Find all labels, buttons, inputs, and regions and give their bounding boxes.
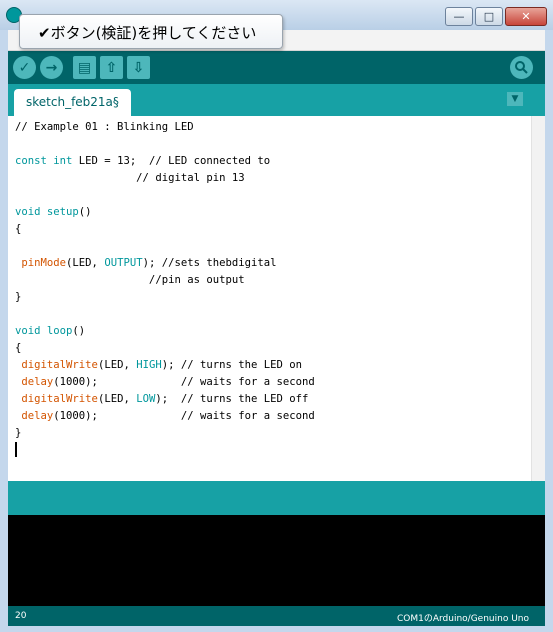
toolbar: ✓ → ▤ ⇧ ⇩	[8, 51, 545, 84]
code-line[interactable]: delay(1000); // waits for a second	[15, 408, 315, 425]
code-token: setup	[46, 206, 79, 218]
code-line[interactable]: digitalWrite(LED, LOW); // turns the LED…	[15, 391, 315, 408]
message-bar	[8, 481, 545, 515]
code-line[interactable]: }	[15, 425, 315, 442]
code-token: LED = 13; // LED connected to	[72, 155, 271, 167]
code-token: (LED,	[97, 359, 137, 371]
code-token: ()	[78, 206, 92, 218]
tab-menu-button[interactable]: ▼	[507, 92, 523, 106]
code-token: int	[53, 155, 73, 167]
tab-strip: sketch_feb21a§ ▼	[8, 84, 545, 116]
verify-tooltip: ✔ボタン(検証)を押してください	[19, 14, 283, 49]
board-port-info: COM1のArduino/Genuino Uno	[396, 614, 529, 624]
serial-monitor-button[interactable]	[510, 56, 533, 79]
code-token: ); //sets thebdigital	[142, 257, 277, 269]
code-token: }	[15, 291, 22, 303]
code-line[interactable]: // digital pin 13	[15, 170, 315, 187]
code-token: (LED,	[97, 393, 137, 405]
code-line[interactable]: //pin as output	[15, 272, 315, 289]
code-token: digitalWrite	[21, 393, 98, 405]
code-token: {	[15, 342, 22, 354]
code-line[interactable]: }	[15, 289, 315, 306]
code-line[interactable]: void loop()	[15, 323, 315, 340]
code-line[interactable]: // Example 01 : Blinking LED	[15, 119, 315, 136]
code-token: pinMode	[21, 257, 67, 269]
code-token: //pin as output	[15, 274, 245, 286]
code-line[interactable]: digitalWrite(LED, HIGH); // turns the LE…	[15, 357, 315, 374]
code-line[interactable]	[15, 306, 315, 323]
code-line[interactable]: pinMode(LED, OUTPUT); //sets thebdigital	[15, 255, 315, 272]
code-line[interactable]	[15, 238, 315, 255]
code-token: }	[15, 427, 22, 439]
code-token: const	[15, 155, 47, 167]
window-controls: — □ ✕	[445, 7, 547, 26]
text-caret	[15, 442, 17, 457]
vertical-scrollbar[interactable]	[531, 116, 545, 481]
code-token: (LED,	[66, 257, 105, 269]
upload-button[interactable]: →	[40, 56, 63, 79]
code-line[interactable]: {	[15, 340, 315, 357]
code-token: ()	[72, 325, 86, 337]
maximize-button[interactable]: □	[475, 7, 503, 26]
code-line[interactable]: delay(1000); // waits for a second	[15, 374, 315, 391]
ide-window: — □ ✕ ✓ → ▤ ⇧ ⇩ sketch_feb21a§ ▼ // Exam…	[0, 0, 553, 632]
code-editor[interactable]: // Example 01 : Blinking LED const int LE…	[8, 116, 545, 481]
code-text[interactable]: // Example 01 : Blinking LED const int LE…	[15, 119, 315, 459]
code-token: // Example 01 : Blinking LED	[15, 121, 194, 133]
save-button[interactable]: ⇩	[127, 56, 150, 79]
code-token: digitalWrite	[21, 359, 98, 371]
code-token: // digital pin 13	[15, 172, 245, 184]
console-output[interactable]	[8, 515, 545, 606]
code-token: (1000); // waits for a second	[53, 410, 315, 422]
magnifier-icon	[515, 61, 528, 74]
code-token: ); // turns the LED off	[155, 393, 309, 405]
close-button[interactable]: ✕	[505, 7, 547, 26]
tooltip-text: ✔ボタン(検証)を押してください	[38, 24, 257, 42]
code-line[interactable]: {	[15, 221, 315, 238]
new-sketch-button[interactable]: ▤	[73, 56, 96, 79]
code-token: void	[15, 206, 41, 218]
code-line[interactable]: const int LED = 13; // LED connected to	[15, 153, 315, 170]
open-button[interactable]: ⇧	[100, 56, 123, 79]
verify-button[interactable]: ✓	[13, 56, 36, 79]
code-token: HIGH	[136, 359, 162, 371]
code-line[interactable]	[15, 136, 315, 153]
code-token: delay	[21, 376, 54, 388]
code-token: delay	[21, 410, 54, 422]
code-token: void	[15, 325, 41, 337]
tab-sketch[interactable]: sketch_feb21a§	[14, 89, 131, 116]
code-line[interactable]	[15, 442, 315, 459]
code-token: {	[15, 223, 22, 235]
code-token: ); // turns the LED on	[161, 359, 303, 371]
code-line[interactable]: void setup()	[15, 204, 315, 221]
code-token: OUTPUT	[104, 257, 143, 269]
code-token: LOW	[136, 393, 156, 405]
code-line[interactable]	[15, 187, 315, 204]
line-number: 20	[15, 611, 27, 621]
status-bar: 20 COM1のArduino/Genuino Uno	[8, 606, 545, 626]
code-token: (1000); // waits for a second	[53, 376, 315, 388]
minimize-button[interactable]: —	[445, 7, 473, 26]
code-token: loop	[46, 325, 73, 337]
